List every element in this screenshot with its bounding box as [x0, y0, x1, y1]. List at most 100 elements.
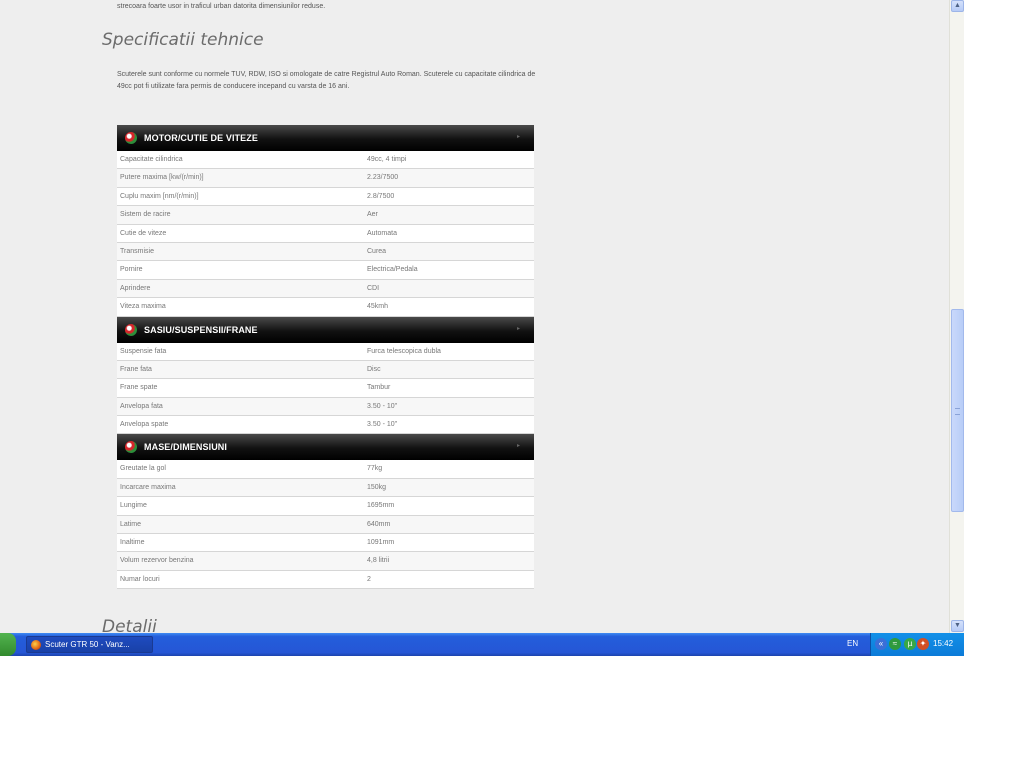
spec-label: Latime	[120, 520, 142, 528]
spec-value: 640mm	[367, 520, 391, 528]
spec-value: 45kmh	[367, 303, 389, 311]
spec-group-header: MOTOR/CUTIE DE VITEZE ▸	[117, 125, 534, 151]
tray-clock[interactable]: 15:42	[933, 639, 953, 648]
spec-value: 49cc, 4 timpi	[367, 156, 407, 163]
spec-label: Frane spate	[120, 384, 158, 392]
spec-row: Volum rezervor benzina 4,8 litrii	[117, 552, 534, 571]
intro-text-tail: strecoara foarte usor in traficul urban …	[117, 3, 326, 10]
tray-expand-icon[interactable]: «	[875, 638, 887, 650]
spec-group-rows: Greutate la gol 77kg Incarcare maxima 150kg…	[117, 460, 534, 590]
utorrent-icon[interactable]: µ	[904, 638, 916, 650]
screen: strecoara foarte usor in traficul urban …	[0, 0, 964, 656]
spec-label: Suspensie fata	[120, 347, 167, 355]
spec-row: Transmisie Curea	[117, 242, 534, 262]
scroll-down-arrow-icon: ▼	[954, 622, 961, 629]
spec-row: Aprindere CDI	[117, 279, 534, 299]
scroll-up-arrow-icon: ▲	[954, 2, 961, 9]
spec-row: Capacitate cilindrica 49cc, 4 timpi	[117, 151, 534, 170]
taskbar: Scuter GTR 50 - Vanz... EN « ≈ µ ✦ 15:42	[0, 633, 964, 656]
spec-value: Aer	[367, 211, 378, 219]
section-title-details: Detalii	[102, 617, 157, 633]
brand-logo-icon	[125, 441, 137, 454]
language-indicator[interactable]: EN	[847, 639, 858, 648]
scroll-down-button[interactable]: ▼	[951, 620, 964, 632]
spec-row: Pornire Electrica/Pedala	[117, 261, 534, 280]
browser-viewport: strecoara foarte usor in traficul urban …	[0, 0, 949, 633]
spec-table: MOTOR/CUTIE DE VITEZE ▸ Capacitate cilindr…	[117, 125, 534, 590]
spec-value: 77kg	[367, 465, 383, 473]
spec-value: 1091mm	[367, 539, 395, 547]
network-icon[interactable]: ≈	[889, 638, 901, 650]
spec-label: Volum rezervor benzina	[120, 557, 194, 565]
spec-label: Lungime	[120, 502, 147, 510]
spec-row: Putere maxima [kw/(r/min)] 2.23/7500	[117, 169, 534, 188]
spec-row: Viteza maxima 45kmh	[117, 298, 534, 317]
spec-value: 4,8 litrii	[367, 557, 390, 565]
spec-value: Electrica/Pedala	[367, 266, 418, 274]
spec-row: Cuplu maxim [nm/(r/min)] 2.8/7500	[117, 187, 534, 207]
taskbar-window-button[interactable]: Scuter GTR 50 - Vanz...	[26, 636, 153, 653]
header-arrow-icon: ▸	[516, 325, 520, 332]
spec-value: 1695mm	[367, 502, 395, 510]
spec-group-header: SASIU/SUSPENSII/FRANE ▸	[117, 316, 534, 343]
spec-row: Suspensie fata Furca telescopica dubla	[117, 342, 534, 361]
spec-row: Greutate la gol 77kg	[117, 460, 534, 479]
spec-label: Cuplu maxim [nm/(r/min)]	[120, 192, 199, 200]
brand-logo-icon	[125, 323, 137, 336]
spec-value: Disc	[367, 365, 381, 373]
spec-label: Capacitate cilindrica	[120, 156, 183, 163]
spec-row: Anvelopa spate 3.50 - 10"	[117, 416, 534, 435]
spec-value: Curea	[367, 247, 387, 255]
spec-row: Lungime 1695mm	[117, 497, 534, 516]
header-arrow-icon: ▸	[516, 443, 520, 450]
security-shield-icon[interactable]: ✦	[917, 638, 929, 650]
spec-label: Numar locuri	[120, 575, 160, 583]
header-arrow-icon: ▸	[516, 134, 520, 140]
taskbar-window-label: Scuter GTR 50 - Vanz...	[45, 640, 130, 649]
spec-label: Incarcare maxima	[120, 483, 176, 491]
spec-group-title: MASE/DIMENSIUNI	[144, 442, 228, 453]
section-description: Scuterele sunt conforme cu normele TUV, …	[117, 71, 536, 90]
spec-label: Viteza maxima	[120, 303, 166, 311]
spec-value: Automata	[367, 229, 397, 237]
spec-row: Sistem de racire Aer	[117, 206, 534, 225]
spec-value: 3.50 - 10"	[367, 402, 398, 410]
spec-label: Putere maxima [kw/(r/min)]	[120, 174, 204, 182]
spec-row: Cutie de viteze Automata	[117, 224, 534, 243]
spec-group-rows: Capacitate cilindrica 49cc, 4 timpi Putere…	[117, 151, 534, 317]
scroll-up-button[interactable]: ▲	[951, 0, 964, 12]
spec-group-title: MOTOR/CUTIE DE VITEZE	[144, 133, 258, 143]
spec-row: Latime 640mm	[117, 515, 534, 535]
spec-group-header: MASE/DIMENSIUNI ▸	[117, 434, 534, 461]
vertical-scrollbar[interactable]: ▲ ▼	[949, 0, 964, 633]
spec-row: Inaltime 1091mm	[117, 534, 534, 553]
spec-label: Anvelopa fata	[120, 402, 163, 410]
spec-label: Aprindere	[120, 284, 151, 292]
spec-value: Tambur	[367, 384, 391, 392]
brand-logo-icon	[125, 132, 137, 144]
firefox-icon	[31, 639, 41, 650]
spec-row: Frane spate Tambur	[117, 379, 534, 398]
spec-value: CDI	[367, 284, 380, 292]
spec-label: Anvelopa spate	[120, 421, 169, 429]
spec-row: Incarcare maxima 150kg	[117, 478, 534, 498]
spec-label: Pornire	[120, 266, 143, 274]
spec-row: Numar locuri 2	[117, 570, 534, 590]
section-title-specs: Specificatii tehnice	[102, 30, 264, 50]
spec-value: 150kg	[367, 483, 387, 491]
scrollbar-thumb[interactable]	[951, 309, 964, 512]
spec-value: 2	[367, 575, 371, 583]
spec-label: Sistem de racire	[120, 211, 171, 219]
spec-row: Frane fata Disc	[117, 360, 534, 380]
spec-value: 3.50 - 10"	[367, 421, 398, 429]
spec-label: Greutate la gol	[120, 465, 166, 473]
spec-row: Anvelopa fata 3.50 - 10"	[117, 397, 534, 417]
spec-label: Frane fata	[120, 365, 152, 373]
spec-value: 2.8/7500	[367, 192, 395, 200]
spec-value: 2.23/7500	[367, 174, 399, 182]
spec-value: Furca telescopica dubla	[367, 347, 441, 355]
start-button[interactable]	[0, 633, 16, 656]
spec-label: Cutie de viteze	[120, 229, 167, 237]
spec-label: Transmisie	[120, 247, 154, 255]
spec-group-title: SASIU/SUSPENSII/FRANE	[144, 324, 258, 335]
